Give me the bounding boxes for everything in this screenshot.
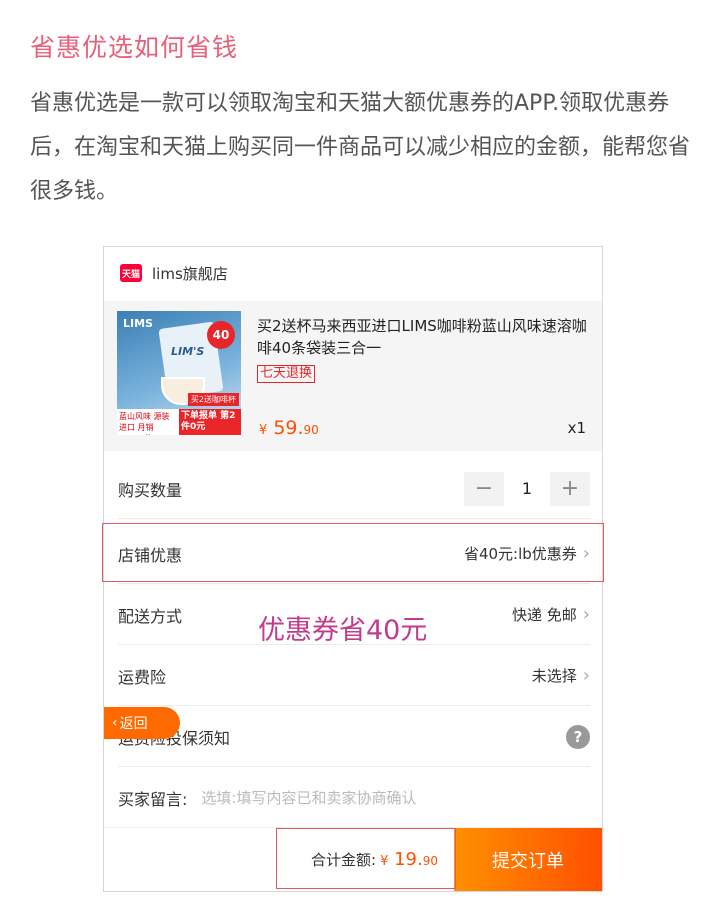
decrease-button[interactable]: − [464, 471, 504, 506]
store-header[interactable]: 天猫 lims旗舰店 [104, 247, 602, 299]
price-decimal: 90 [303, 423, 319, 437]
insurance-row[interactable]: 运费险 未选择 › [118, 646, 590, 706]
insurance-label: 运费险 [118, 667, 167, 687]
store-name: lims旗舰店 [152, 264, 228, 283]
coupon-savings-caption: 优惠券省40元 [258, 615, 428, 646]
message-input[interactable]: 选填:填写内容已和卖家协商确认 [201, 787, 590, 808]
thumb-footer: 蓝山风味 源装进口 月销68000件 下单报单 第2件0元 [117, 409, 241, 435]
shipping-label: 配送方式 [118, 606, 183, 626]
discount-highlight-box [102, 523, 604, 582]
chevron-right-icon: › [582, 665, 590, 686]
back-button[interactable]: ‹ 返回 [104, 707, 180, 739]
thumb-sales: 蓝山风味 源装进口 月销68000件 [119, 412, 170, 435]
thumb-brand: LIMS [123, 317, 153, 330]
article-body: 省惠优选是一款可以领取淘宝和天猫大额优惠券的APP.领取优惠券后，在淘宝和天猫上… [30, 91, 691, 204]
total-highlight-box [276, 828, 456, 889]
shipping-value: 快递 免邮 [512, 606, 577, 624]
quantity-row: 购买数量 − 1 + [118, 459, 590, 519]
help-icon[interactable]: ? [566, 724, 590, 749]
refund-tag: 七天退换 [257, 365, 316, 383]
tmall-icon: 天猫 [120, 264, 142, 282]
product-quantity: x1 [567, 419, 586, 437]
product-image[interactable]: LIMS LIM'S 40 买2送咖啡杯 蓝山风味 源装进口 月销68000件 … [117, 311, 241, 435]
thumb-bag-text: LIM'S [171, 345, 205, 358]
insure-notice-row[interactable]: 运费险投保须知 ? [118, 707, 590, 767]
thumb-second-item: 下单报单 第2件0元 [179, 409, 241, 435]
price-integer: 59. [273, 417, 304, 439]
price-currency: ¥ [259, 423, 268, 438]
product-price: ¥ 59.90 [259, 417, 319, 439]
article-title: 省惠优选如何省钱 [30, 33, 239, 62]
product-title[interactable]: 买2送杯马来西亚进口LIMS咖啡粉蓝山风味速溶咖啡40条袋装三合一 [257, 315, 592, 359]
quantity-value[interactable]: 1 [504, 479, 550, 498]
back-label: 返回 [119, 716, 148, 732]
thumb-count-badge: 40 [207, 321, 235, 349]
chevron-left-icon: ‹ [112, 715, 118, 731]
submit-order-button[interactable]: 提交订单 [454, 827, 602, 891]
message-row: 买家留言: 选填:填写内容已和卖家协商确认 [118, 768, 590, 828]
thumb-gift-tag: 买2送咖啡杯 [187, 393, 239, 406]
insurance-value: 未选择 [531, 667, 577, 685]
product-card[interactable]: LIMS LIM'S 40 买2送咖啡杯 蓝山风味 源装进口 月销68000件 … [104, 301, 602, 451]
increase-button[interactable]: + [550, 471, 590, 506]
quantity-stepper: − 1 + [464, 471, 590, 506]
chevron-right-icon: › [582, 604, 590, 625]
message-label: 买家留言: [118, 789, 188, 809]
quantity-label: 购买数量 [118, 480, 183, 500]
